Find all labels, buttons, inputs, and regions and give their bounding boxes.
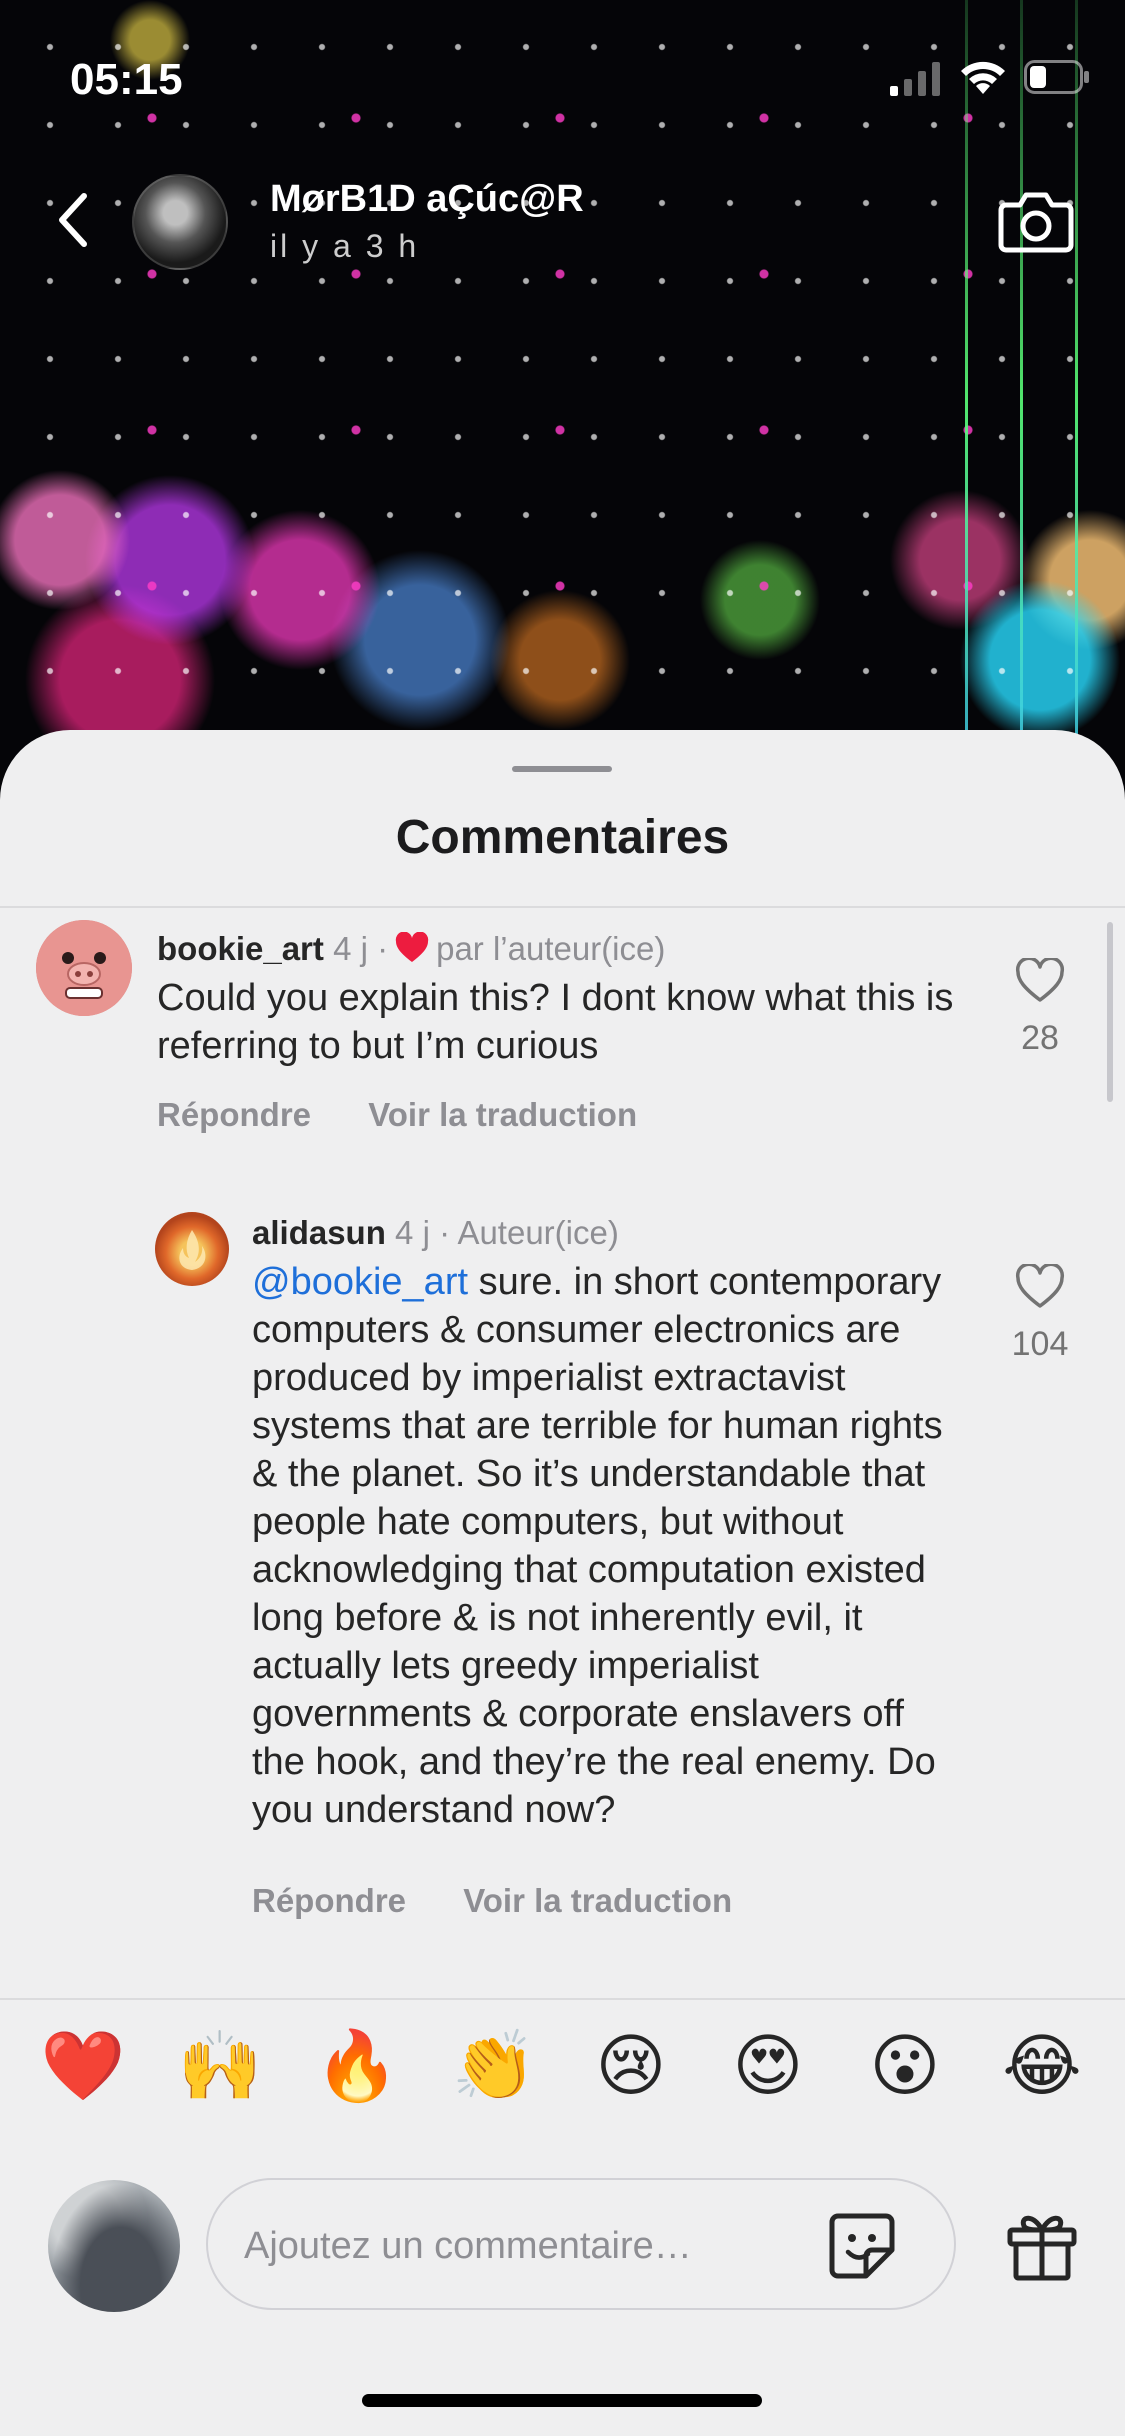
- liked-by-author-label: par l’auteur(ice): [436, 930, 666, 967]
- comments-scrollbar[interactable]: [1107, 922, 1113, 1102]
- current-user-avatar[interactable]: [48, 2180, 180, 2312]
- comment-like-button[interactable]: 104: [1000, 1262, 1080, 1364]
- author-badge: Auteur(ice): [457, 1214, 619, 1251]
- emoji-laughing-button[interactable]: 😂: [997, 2022, 1087, 2112]
- comment-username[interactable]: alidasun: [252, 1214, 386, 1251]
- reply-button[interactable]: Répondre: [157, 1096, 311, 1133]
- emoji-raised-hands-button[interactable]: 🙌: [175, 2022, 265, 2112]
- emoji-fire-button[interactable]: 🔥: [312, 2022, 402, 2112]
- gift-icon: [1007, 2215, 1077, 2281]
- emoji-quick-reactions: ❤️ 🙌 🔥 👏 😢 😍 😮 😂: [0, 1998, 1125, 2134]
- home-indicator: [362, 2394, 762, 2407]
- sticker-button[interactable]: [826, 2210, 898, 2282]
- comment-meta: alidasun 4 j · Auteur(ice): [252, 1214, 619, 1252]
- commenter-avatar[interactable]: [155, 1212, 229, 1286]
- camera-button[interactable]: [996, 186, 1076, 256]
- comment-mention-link[interactable]: @bookie_art: [252, 1261, 468, 1303]
- comment-text: @bookie_art sure. in short contemporary …: [252, 1258, 962, 1834]
- story-author-avatar[interactable]: [132, 174, 228, 270]
- heart-outline-icon: [1015, 1262, 1065, 1308]
- emoji-clapping-button[interactable]: 👏: [449, 2022, 539, 2112]
- flame-avatar-icon: [179, 1230, 206, 1270]
- comment-age: 4 j: [333, 930, 368, 967]
- emoji-heart-button[interactable]: ❤️: [38, 2022, 128, 2112]
- heart-outline-icon: [1015, 956, 1065, 1002]
- comments-list[interactable]: bookie_art 4 j · par l’auteur(ice) Could …: [0, 908, 1125, 1998]
- comment-text: Could you explain this? I dont know what…: [157, 977, 954, 1067]
- sheet-grabber-handle[interactable]: [512, 766, 612, 772]
- chevron-left-icon: [59, 193, 87, 247]
- wifi-icon: [961, 61, 1005, 94]
- emoji-heart-eyes-button[interactable]: 😍: [723, 2022, 813, 2112]
- back-button[interactable]: [48, 190, 98, 250]
- comment-like-count: 104: [1011, 1325, 1069, 1363]
- meta-separator: ·: [377, 930, 389, 967]
- status-bar: 05:15: [0, 0, 1125, 150]
- camera-icon: [998, 192, 1074, 253]
- story-username[interactable]: MørB1D aÇúc@R: [270, 178, 584, 221]
- emoji-crying-button[interactable]: 😢: [586, 2022, 676, 2112]
- comment-meta: bookie_art 4 j · par l’auteur(ice): [157, 930, 665, 968]
- cellular-signal-icon: [890, 62, 940, 96]
- reply-button[interactable]: Répondre: [252, 1882, 406, 1919]
- comment-item: bookie_art 4 j · par l’auteur(ice) Could …: [0, 908, 1125, 1158]
- comment-like-count: 28: [1021, 1019, 1059, 1057]
- emoji-surprised-button[interactable]: 😮: [860, 2022, 950, 2112]
- meta-separator: ·: [439, 1214, 451, 1251]
- see-translation-button[interactable]: Voir la traduction: [368, 1096, 637, 1133]
- author-liked-heart-icon: [395, 932, 429, 962]
- comment-reply-item: alidasun 4 j · Auteur(ice) @bookie_art s…: [0, 1208, 1125, 1998]
- story-posted-time: il y a 3 h: [270, 228, 420, 264]
- comment-actions: Répondre Voir la traduction: [252, 1882, 780, 1920]
- comment-age: 4 j: [395, 1214, 430, 1251]
- pig-face-icon: [36, 920, 132, 1016]
- comment-actions: Répondre Voir la traduction: [157, 1096, 685, 1134]
- commenter-avatar[interactable]: [36, 920, 132, 1016]
- sticker-icon: [829, 2213, 895, 2279]
- battery-icon: [1024, 60, 1089, 94]
- comment-input-container[interactable]: [206, 2178, 956, 2310]
- gift-button[interactable]: [1004, 2208, 1080, 2284]
- comment-input[interactable]: [244, 2220, 804, 2272]
- comment-username[interactable]: bookie_art: [157, 930, 324, 967]
- comments-sheet: Commentaires bookie_art 4 j · par l’aute…: [0, 730, 1125, 2436]
- comment-body: sure. in short contemporary computers & …: [252, 1261, 943, 1831]
- comment-like-button[interactable]: 28: [1000, 956, 1080, 1058]
- sheet-title: Commentaires: [395, 811, 730, 864]
- see-translation-button[interactable]: Voir la traduction: [463, 1882, 732, 1919]
- status-time: 05:15: [70, 55, 183, 104]
